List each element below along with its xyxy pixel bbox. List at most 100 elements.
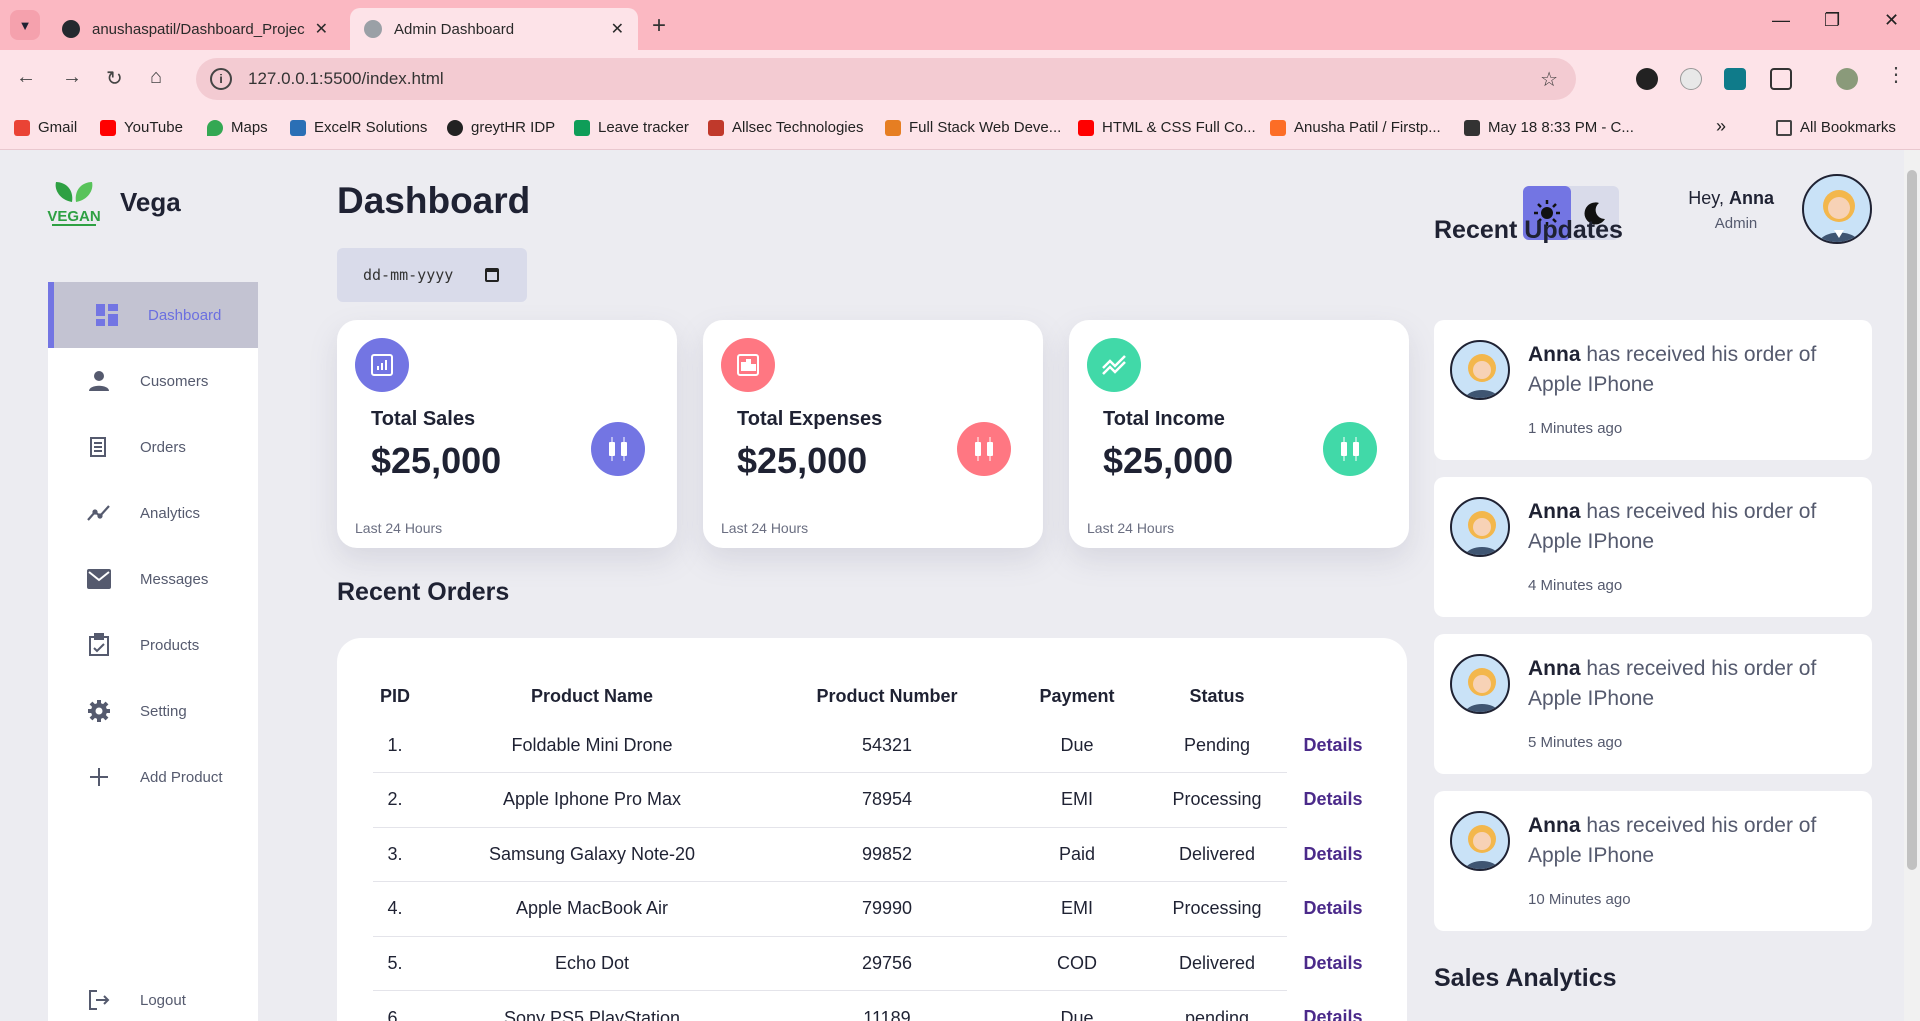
- cell-product-name: Samsung Galaxy Note-20: [417, 827, 767, 882]
- bookmark-allsec[interactable]: Allsec Technologies: [708, 119, 863, 136]
- bookmark-meeting[interactable]: May 18 8:33 PM - C...: [1464, 119, 1634, 136]
- update-item: Anna has received his order of Apple IPh…: [1434, 791, 1872, 931]
- details-link[interactable]: Details: [1287, 991, 1379, 1021]
- extension-icon[interactable]: [1680, 68, 1702, 90]
- col-header-product-name: Product Name: [530, 685, 654, 706]
- extension-icon[interactable]: [1724, 68, 1746, 90]
- person-icon: [86, 368, 112, 394]
- bar-chart-icon: [355, 338, 409, 392]
- restore-icon[interactable]: ❐: [1824, 10, 1840, 31]
- card-total-sales: Total Sales $25,000 Last 24 Hours: [337, 320, 677, 548]
- cell-payment: Paid: [1007, 827, 1147, 882]
- sidebar-item-label: Products: [140, 636, 200, 654]
- details-link[interactable]: Details: [1287, 718, 1379, 773]
- details-link[interactable]: Details: [1287, 773, 1379, 828]
- sidebar-item-add-product[interactable]: Add Product: [48, 744, 258, 810]
- update-user: Anna: [1528, 343, 1581, 366]
- grid-icon: [94, 302, 120, 328]
- forward-icon[interactable]: →: [62, 66, 82, 89]
- profile-avatar-icon[interactable]: [1836, 68, 1858, 90]
- date-input[interactable]: dd-mm-yyyy: [337, 248, 527, 302]
- update-user: Anna: [1528, 657, 1581, 680]
- new-tab-plus-icon[interactable]: +: [652, 12, 666, 40]
- tab-search-chevron-icon[interactable]: ▼: [10, 10, 40, 40]
- col-header-product-number: Product Number: [816, 685, 958, 706]
- details-link[interactable]: Details: [1287, 936, 1379, 991]
- sidebar-item-setting[interactable]: Setting: [48, 678, 258, 744]
- avatar[interactable]: [1802, 174, 1872, 244]
- brand[interactable]: VEGAN Vega: [46, 174, 181, 230]
- card-subtext: Last 24 Hours: [355, 520, 443, 536]
- orders-table: PID Product Name Product Number Payment …: [373, 674, 1379, 1021]
- sidebar-item-analytics[interactable]: Analytics: [48, 480, 258, 546]
- col-header-pid: PID: [379, 685, 410, 706]
- card-value: $25,000: [1103, 440, 1234, 481]
- browser-tab-active[interactable]: Admin Dashboard ✕: [350, 8, 638, 50]
- bookmark-greythr[interactable]: greytHR IDP: [447, 119, 555, 136]
- user-name: Anna: [1729, 188, 1774, 208]
- extension-icon[interactable]: [1636, 68, 1658, 90]
- kebab-menu-icon[interactable]: ⋮: [1886, 62, 1906, 87]
- minimize-icon[interactable]: —: [1772, 10, 1790, 31]
- scrollbar-thumb[interactable]: [1907, 170, 1917, 870]
- bar-chart-icon: [721, 338, 775, 392]
- bookmark-star-icon[interactable]: ☆: [1540, 67, 1558, 92]
- close-tab-icon[interactable]: ✕: [315, 19, 328, 39]
- close-tab-icon[interactable]: ✕: [611, 19, 624, 39]
- bookmark-fullstack[interactable]: Full Stack Web Deve...: [885, 119, 1061, 136]
- bookmarks-overflow-icon[interactable]: »: [1716, 116, 1726, 137]
- sidebar-item-orders[interactable]: Orders: [48, 414, 258, 480]
- col-header-status: Status: [1189, 685, 1245, 706]
- browser-toolbar: ← → ↻ ⌂ i 127.0.0.1:5500/index.html ☆ ⋮: [0, 50, 1920, 108]
- bookmark-html-css[interactable]: HTML & CSS Full Co...: [1078, 119, 1256, 136]
- table-row: 4. Apple MacBook Air 79990 EMI Processin…: [373, 881, 1379, 937]
- tab-title: Admin Dashboard: [394, 20, 515, 38]
- youtube-icon: [100, 119, 116, 136]
- cell-pid: 3.: [373, 827, 417, 882]
- candlestick-icon: [957, 422, 1011, 476]
- logout-button[interactable]: Logout: [48, 979, 258, 1021]
- sidebar-item-messages[interactable]: Messages: [48, 546, 258, 612]
- bookmark-gitlab[interactable]: Anusha Patil / Firstp...: [1270, 119, 1441, 136]
- page-title: Dashboard: [337, 180, 531, 221]
- table-row: 6. Sony PS5 PlayStation 11189 Due pendin…: [373, 991, 1379, 1021]
- cell-pid: 1.: [373, 718, 417, 773]
- details-link[interactable]: Details: [1287, 827, 1379, 882]
- cell-product-name: Echo Dot: [417, 936, 767, 991]
- browser-tab[interactable]: anushaspatil/Dashboard_Projec ✕: [48, 8, 342, 50]
- card-subtext: Last 24 Hours: [1087, 520, 1175, 536]
- globe-icon: [364, 20, 382, 38]
- back-icon[interactable]: ←: [16, 66, 36, 89]
- sidebar-item-products[interactable]: Products: [48, 612, 258, 678]
- close-window-icon[interactable]: ✕: [1884, 10, 1899, 31]
- sidebar-item-customers[interactable]: Cusomers: [48, 348, 258, 414]
- bookmark-youtube[interactable]: YouTube: [100, 119, 183, 136]
- calendar-icon[interactable]: [485, 268, 499, 282]
- folder-icon: [1776, 119, 1792, 136]
- profile-info[interactable]: Hey, Anna Admin: [1664, 188, 1774, 232]
- address-bar[interactable]: i 127.0.0.1:5500/index.html ☆: [196, 58, 1576, 100]
- page-scrollbar[interactable]: [1904, 150, 1920, 1021]
- site-info-icon[interactable]: i: [210, 68, 232, 90]
- bookmark-maps[interactable]: Maps: [207, 119, 268, 136]
- update-time: 5 Minutes ago: [1528, 734, 1623, 751]
- update-item: Anna has received his order of Apple IPh…: [1434, 634, 1872, 774]
- insights-icon: [86, 500, 112, 526]
- cell-status: Delivered: [1147, 827, 1287, 882]
- bookmark-leave-tracker[interactable]: Leave tracker: [574, 119, 689, 136]
- sidebar-item-dashboard[interactable]: Dashboard: [48, 282, 258, 348]
- table-header-row: PID Product Name Product Number Payment …: [373, 674, 1379, 718]
- details-link[interactable]: Details: [1287, 882, 1379, 937]
- date-placeholder: dd-mm-yyyy: [363, 266, 454, 284]
- puzzle-icon[interactable]: [1770, 68, 1792, 90]
- card-value: $25,000: [737, 440, 868, 481]
- all-bookmarks[interactable]: All Bookmarks: [1776, 119, 1896, 136]
- globe-icon: [447, 119, 463, 136]
- url-text: 127.0.0.1:5500/index.html: [248, 69, 444, 88]
- bookmark-gmail[interactable]: Gmail: [14, 119, 77, 136]
- reload-icon[interactable]: ↻: [106, 66, 123, 91]
- home-icon[interactable]: ⌂: [150, 66, 162, 89]
- bookmark-excelr[interactable]: ExcelR Solutions: [290, 119, 427, 136]
- allsec-icon: [708, 119, 724, 136]
- avatar: [1450, 811, 1510, 871]
